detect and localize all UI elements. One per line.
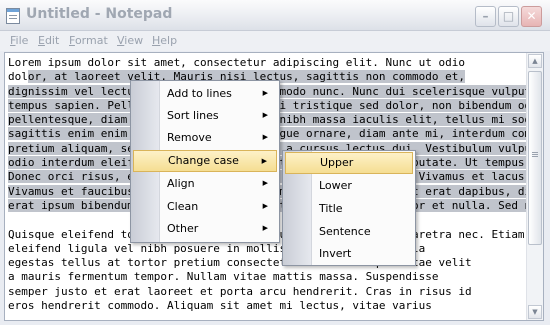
context-item-label: Sort lines (167, 109, 219, 122)
text-segment: semper justo et erat laoreet et porta ar… (8, 284, 472, 298)
scroll-down-arrow-icon[interactable]: ▼ (528, 305, 542, 319)
submenu-item-invert[interactable]: Invert (285, 243, 413, 265)
context-item-label: Change case (168, 154, 239, 167)
context-item-align[interactable]: Align ▶ (133, 173, 277, 195)
scrollbar-grip-icon (532, 152, 538, 158)
notepad-window: Untitled - Notepad – □ ✕ File Edit Forma… (0, 0, 550, 325)
context-item-clean[interactable]: Clean ▶ (133, 196, 277, 218)
menu-file[interactable]: File (10, 34, 28, 47)
context-item-remove[interactable]: Remove ▶ (133, 127, 277, 149)
text-segment: Lorem ipsum dolor sit amet, consectetur … (8, 56, 465, 69)
menu-bar: File Edit Format View Help (0, 31, 550, 51)
menu-help[interactable]: Help (152, 34, 177, 47)
submenu-item-label: Invert (319, 247, 352, 260)
submenu-arrow-icon: ▶ (262, 89, 268, 97)
submenu-arrow-icon: ▶ (261, 157, 267, 165)
change-case-submenu: Upper Lower Title Sentence Invert (282, 150, 416, 266)
context-item-label: Remove (167, 131, 212, 144)
context-item-sort-lines[interactable]: Sort lines ▶ (133, 105, 277, 127)
submenu-arrow-icon: ▶ (262, 111, 268, 119)
submenu-item-sentence[interactable]: Sentence (285, 221, 413, 243)
menu-format[interactable]: Format (69, 34, 108, 47)
menu-view[interactable]: View (117, 34, 143, 47)
minimize-button[interactable]: – (475, 6, 496, 27)
submenu-item-upper[interactable]: Upper (285, 152, 413, 174)
context-item-change-case[interactable]: Change case ▶ (133, 150, 277, 172)
text-line: semper justo et erat laoreet et porta ar… (8, 285, 472, 298)
context-menu: Add to lines ▶ Sort lines ▶ Remove ▶ Cha… (130, 80, 280, 243)
vertical-scrollbar[interactable]: ▲ ▼ (526, 53, 543, 320)
scrollbar-thumb[interactable] (528, 71, 542, 245)
context-item-label: Clean (167, 200, 199, 213)
notepad-icon (6, 8, 20, 24)
submenu-arrow-icon: ▶ (262, 202, 268, 210)
menu-edit[interactable]: Edit (38, 34, 59, 47)
text-line: a mauris fermentum tempor. Nullam vitae … (8, 270, 438, 283)
context-item-add-to-lines[interactable]: Add to lines ▶ (133, 83, 277, 105)
submenu-item-lower[interactable]: Lower (285, 175, 413, 197)
submenu-item-label: Upper (320, 156, 354, 169)
close-button[interactable]: ✕ (521, 6, 542, 27)
submenu-item-label: Sentence (319, 225, 371, 238)
text-line: Lorem ipsum dolor sit amet, consectetur … (8, 56, 465, 69)
text-segment: dol (8, 70, 28, 84)
context-item-label: Other (167, 222, 199, 235)
text-segment: a mauris fermentum tempor. Nullam vitae … (8, 270, 439, 284)
text-line: eros hendrerit commodo. Aliquam sit amet… (8, 299, 432, 312)
context-item-label: Align (167, 177, 195, 190)
title-bar[interactable]: Untitled - Notepad – □ ✕ (0, 0, 550, 31)
submenu-item-title[interactable]: Title (285, 198, 413, 220)
submenu-item-label: Lower (319, 179, 352, 192)
context-item-other[interactable]: Other ▶ (133, 218, 277, 240)
context-item-label: Add to lines (167, 87, 232, 100)
maximize-button[interactable]: □ (498, 6, 519, 27)
submenu-arrow-icon: ▶ (262, 133, 268, 141)
text-segment: eros hendrerit commodo. Aliquam sit amet… (8, 299, 432, 313)
scroll-up-arrow-icon[interactable]: ▲ (528, 54, 542, 68)
submenu-arrow-icon: ▶ (262, 179, 268, 187)
submenu-item-label: Title (319, 202, 343, 215)
submenu-arrow-icon: ▶ (262, 224, 268, 232)
window-title: Untitled - Notepad (26, 6, 173, 22)
